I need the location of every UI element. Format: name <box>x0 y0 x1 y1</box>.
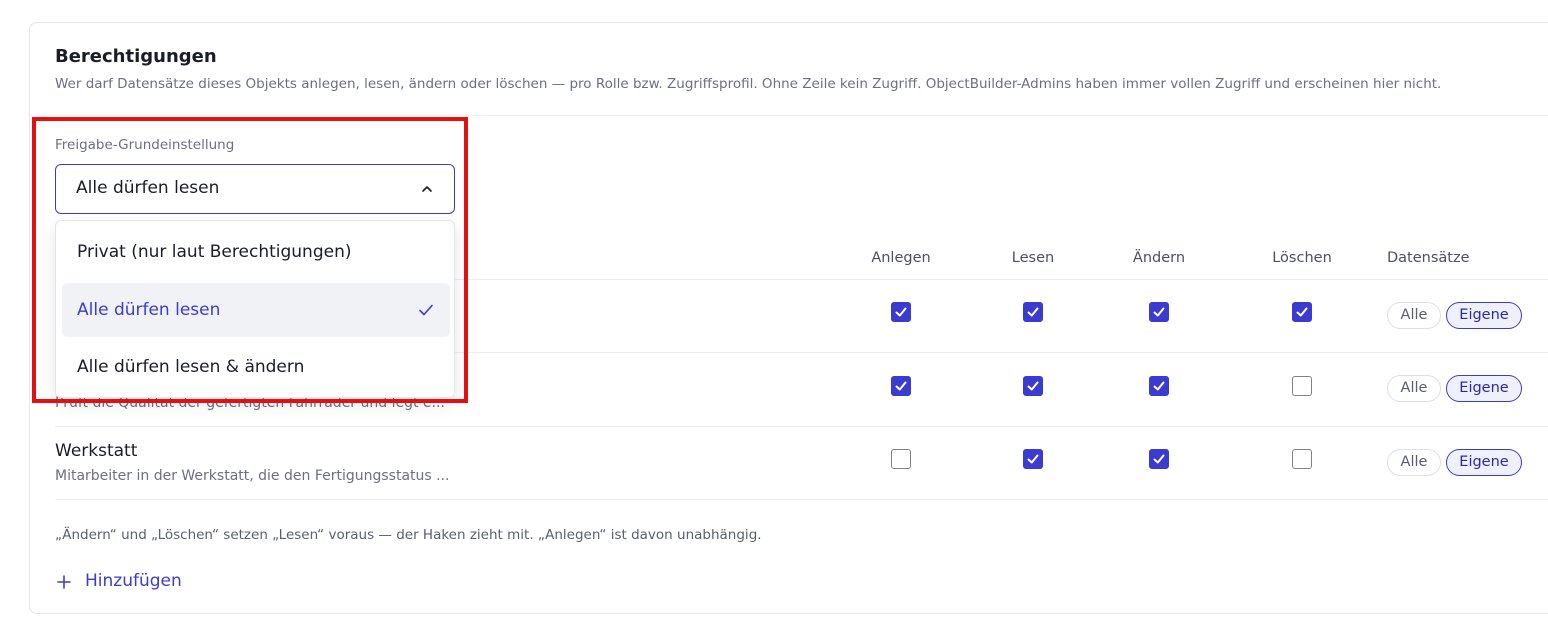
column-header-anlegen: Anlegen <box>871 250 931 266</box>
sharing-default-select[interactable]: Alle dürfen lesen <box>55 164 455 214</box>
checkmark-icon <box>419 304 433 316</box>
role-description: Mitarbeiter in der Werkstatt, die den Fe… <box>55 468 450 484</box>
checkbox-loeschen[interactable] <box>1292 449 1312 469</box>
dropdown-option-read-all[interactable]: Alle dürfen lesen <box>62 283 450 337</box>
role-name: Werkstatt <box>55 441 138 461</box>
checkbox-aendern[interactable] <box>1149 376 1169 396</box>
column-header-loeschen: Löschen <box>1272 250 1332 266</box>
checkbox-aendern[interactable] <box>1149 449 1169 469</box>
table-divider <box>55 426 1548 427</box>
checkbox-loeschen[interactable] <box>1292 302 1312 322</box>
scope-all-button[interactable]: Alle <box>1387 302 1441 329</box>
table-divider <box>55 499 1548 500</box>
scope-all-button[interactable]: Alle <box>1387 449 1441 476</box>
column-header-datensaetze: Datensätze <box>1387 250 1470 266</box>
scope-own-button[interactable]: Eigene <box>1446 302 1522 329</box>
scope-own-button[interactable]: Eigene <box>1446 449 1522 476</box>
option-label: Alle dürfen lesen <box>77 300 221 320</box>
option-label: Privat (nur laut Berechtigungen) <box>77 242 352 262</box>
section-subtitle: Wer darf Datensätze dieses Objekts anleg… <box>55 76 1442 92</box>
section-divider <box>30 115 1548 116</box>
checkbox-lesen[interactable] <box>1023 376 1043 396</box>
checkbox-aendern[interactable] <box>1149 302 1169 322</box>
sharing-default-dropdown: Privat (nur laut Berechtigungen) Alle dü… <box>55 220 455 398</box>
column-header-lesen: Lesen <box>1011 250 1055 266</box>
column-header-aendern: Ändern <box>1132 250 1186 266</box>
add-button-label: Hinzufügen <box>85 571 182 591</box>
scope-own-button[interactable]: Eigene <box>1446 375 1522 402</box>
section-title: Berechtigungen <box>55 46 217 67</box>
option-label: Alle dürfen lesen & ändern <box>77 357 305 377</box>
dropdown-option-private[interactable]: Privat (nur laut Berechtigungen) <box>62 225 450 279</box>
checkbox-loeschen[interactable] <box>1292 376 1312 396</box>
scope-all-button[interactable]: Alle <box>1387 375 1441 402</box>
checkbox-anlegen[interactable] <box>891 302 911 322</box>
sharing-default-value: Alle dürfen lesen <box>76 178 220 198</box>
plus-icon <box>57 575 71 589</box>
checkbox-lesen[interactable] <box>1023 302 1043 322</box>
dependency-note: „Ändern“ und „Löschen“ setzen „Lesen“ vo… <box>55 527 762 543</box>
sharing-default-label: Freigabe-Grundeinstellung <box>55 137 235 153</box>
checkbox-anlegen[interactable] <box>891 376 911 396</box>
checkbox-lesen[interactable] <box>1023 449 1043 469</box>
dropdown-option-read-edit-all[interactable]: Alle dürfen lesen & ändern <box>62 340 450 394</box>
chevron-up-icon <box>422 186 432 192</box>
checkbox-anlegen[interactable] <box>891 449 911 469</box>
